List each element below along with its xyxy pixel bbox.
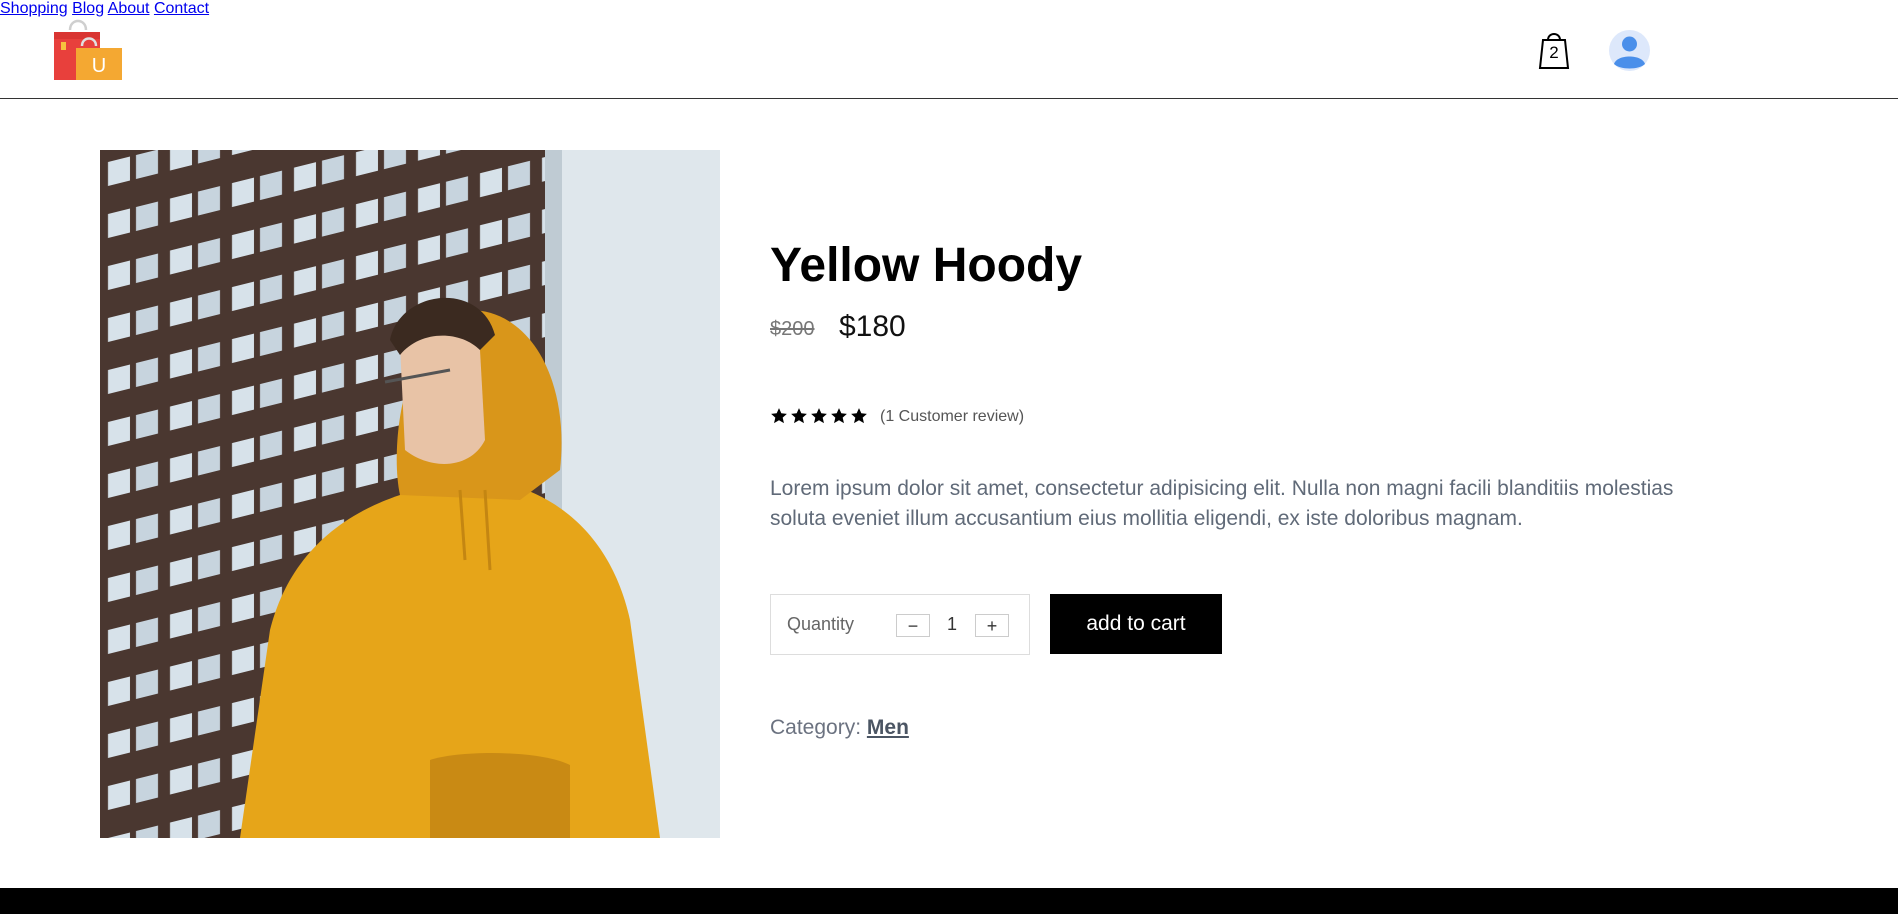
quantity-value[interactable]: 1 — [942, 614, 962, 635]
star-icon — [791, 408, 807, 424]
product-title: Yellow Hoody — [770, 239, 1083, 292]
cart-button[interactable]: 2 — [1538, 28, 1570, 70]
old-price: $200 — [770, 318, 815, 340]
star-icon — [771, 408, 787, 424]
rating-stars — [770, 407, 868, 425]
user-icon — [1609, 30, 1650, 71]
category-label: Category: — [770, 716, 867, 739]
user-avatar[interactable] — [1609, 30, 1650, 71]
logo-letter: U — [92, 55, 106, 77]
increase-quantity-button[interactable]: + — [975, 614, 1009, 637]
category-link[interactable]: Men — [867, 716, 909, 739]
star-icon — [831, 408, 847, 424]
footer — [0, 888, 1898, 914]
nav-blog[interactable]: Blog — [72, 0, 104, 17]
nav-shopping[interactable]: Shopping — [0, 0, 68, 17]
product-description: Lorem ipsum dolor sit amet, consectetur … — [770, 477, 1674, 530]
review-count-link[interactable]: (1 Customer review) — [880, 408, 1024, 426]
add-to-cart-button[interactable]: add to cart — [1050, 594, 1222, 654]
star-icon — [811, 408, 827, 424]
current-price: $180 — [839, 310, 906, 343]
star-icon — [851, 408, 867, 424]
decrease-quantity-button[interactable]: − — [896, 614, 930, 637]
site-header: U Shopping Blog About Contact 2 — [0, 0, 1898, 99]
quantity-label: Quantity — [787, 614, 855, 634]
cart-count: 2 — [1549, 43, 1559, 62]
nav-contact[interactable]: Contact — [154, 0, 209, 17]
quantity-stepper: Quantity − 1 + — [770, 594, 1030, 655]
shopping-bag-logo[interactable]: U — [52, 16, 124, 82]
product-category: Category: Men — [770, 716, 909, 740]
product-image — [100, 150, 720, 838]
nav-about[interactable]: About — [108, 0, 150, 17]
